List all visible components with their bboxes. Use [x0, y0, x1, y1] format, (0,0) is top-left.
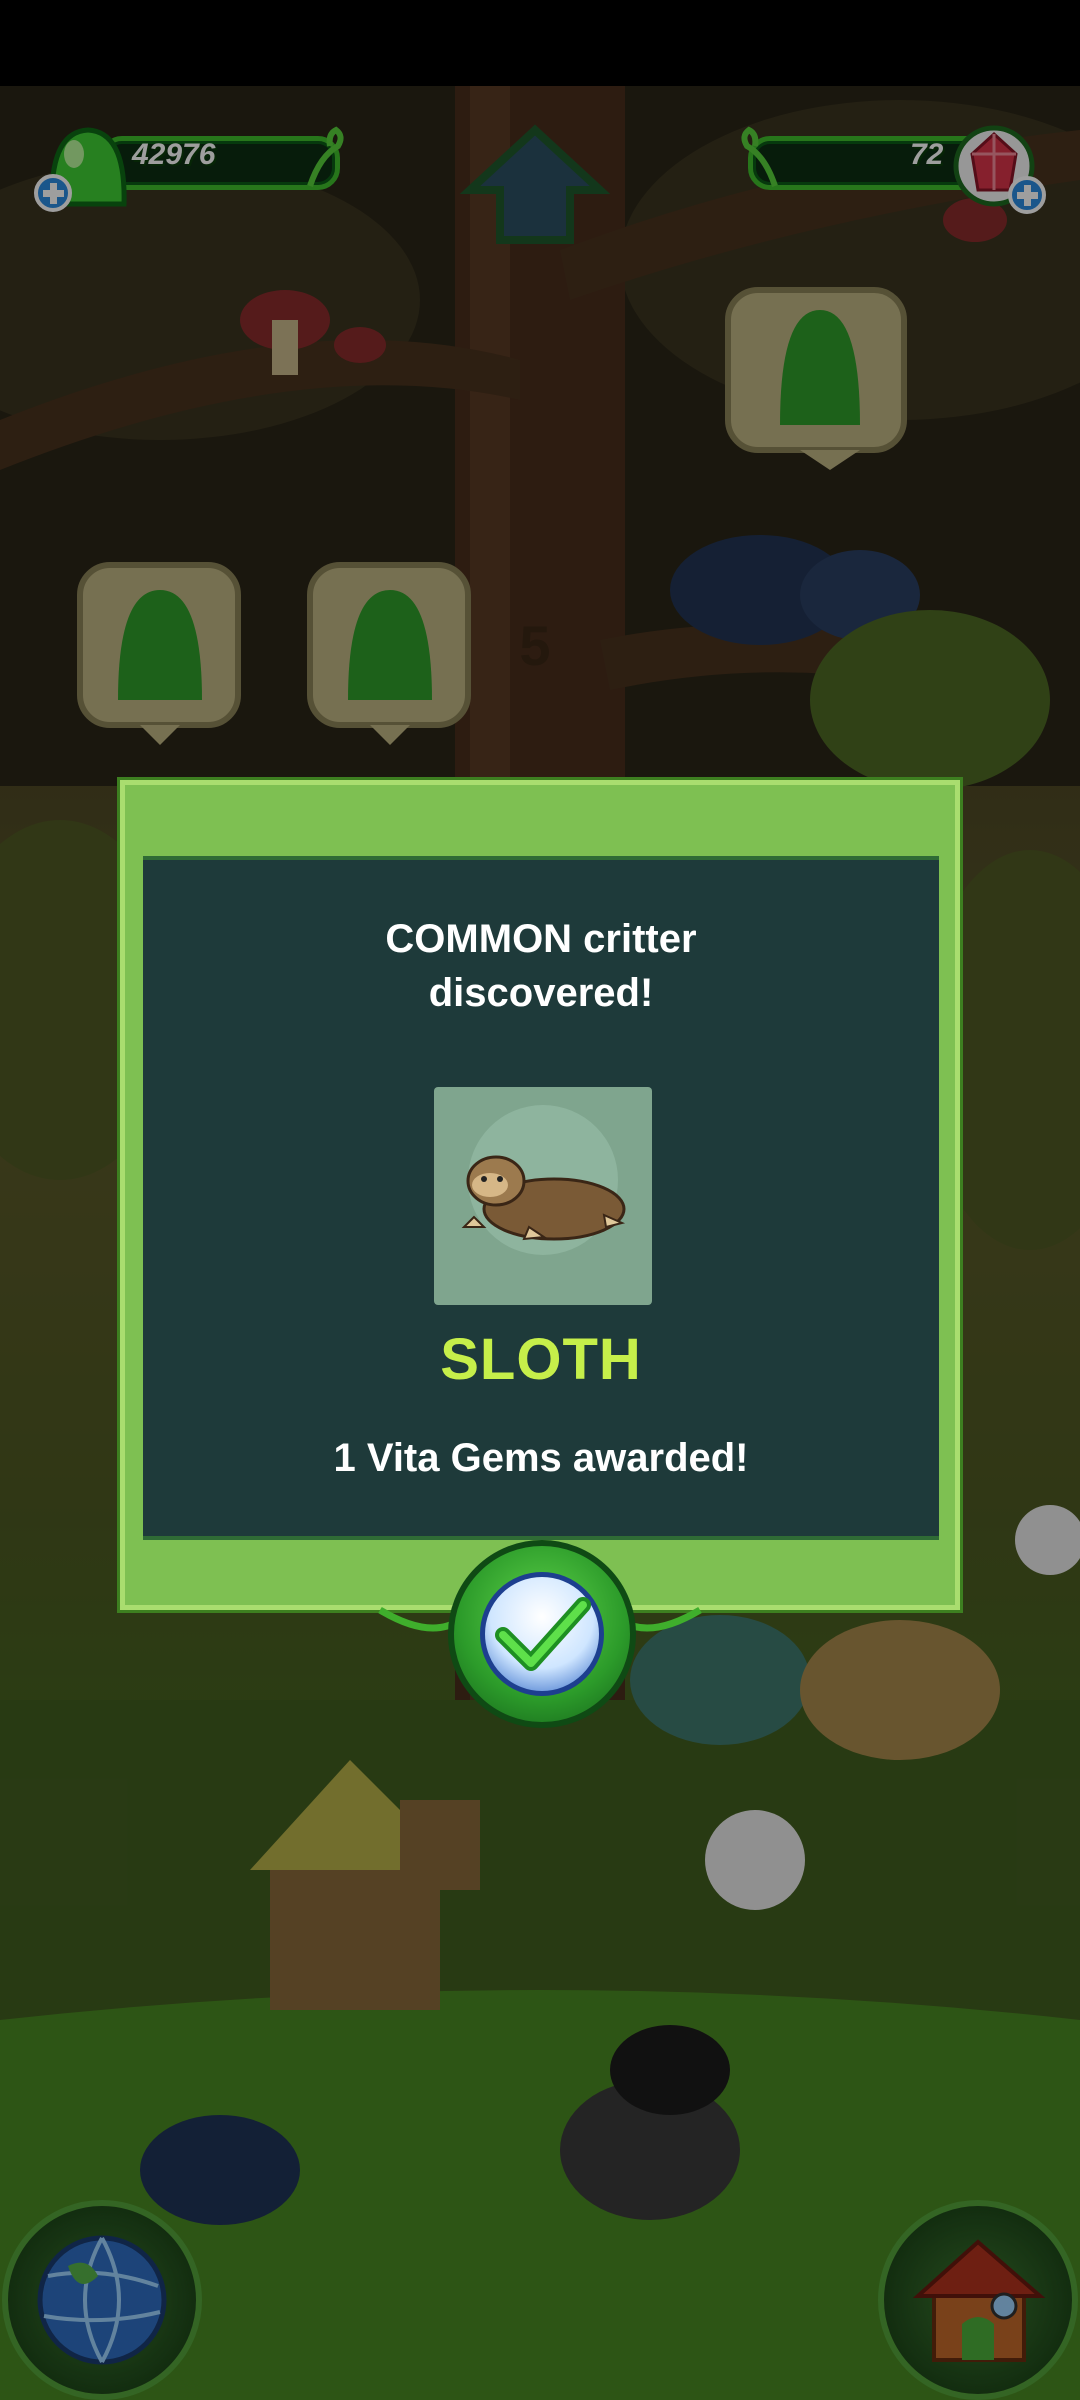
dialog-title-line1: COMMON critter — [385, 917, 697, 961]
checkmark-icon — [495, 1597, 591, 1671]
status-bar — [0, 0, 1080, 86]
dialog-title-line2: discovered! — [428, 971, 654, 1015]
award-text: 1 Vita Gems awarded! — [333, 1436, 749, 1480]
critter-name: SLOTH — [440, 1327, 642, 1392]
critter-portrait — [434, 1087, 652, 1305]
sloth-icon — [461, 1155, 626, 1241]
dialog-title: COMMON critter discovered! — [143, 912, 939, 1020]
confirm-button[interactable] — [448, 1540, 636, 1728]
